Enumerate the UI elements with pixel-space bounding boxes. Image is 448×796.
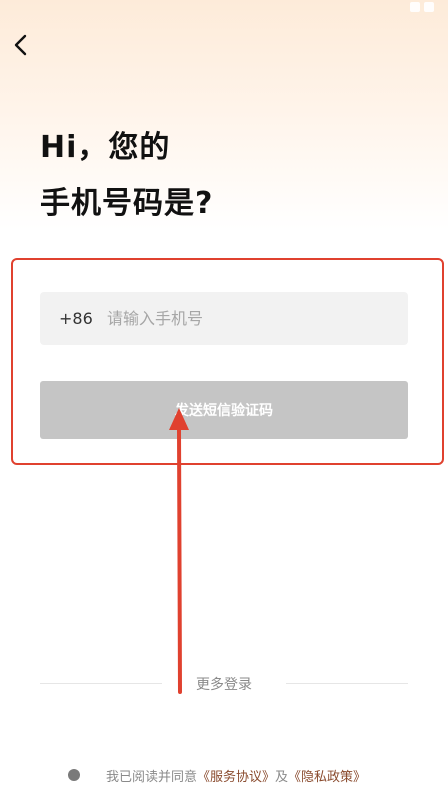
agreement-connector: 及 [275, 769, 289, 785]
agreement-prefix: 我已阅读并同意 [106, 769, 198, 785]
page-title-line1: Hi，您的 [40, 130, 171, 165]
back-button[interactable] [6, 30, 36, 60]
more-login-link[interactable]: 更多登录 [40, 674, 408, 694]
login-screen: Hi，您的 手机号码是? +86 发送短信验证码 更多登录 我已阅读并同意 《服… [0, 0, 448, 796]
status-icons [410, 2, 434, 12]
status-bar [0, 0, 448, 18]
divider-right [286, 683, 408, 684]
annotation-highlight-box [11, 258, 444, 465]
chevron-left-icon [14, 34, 27, 56]
privacy-policy-link[interactable]: 《隐私政策》 [288, 766, 366, 785]
service-agreement-link[interactable]: 《服务协议》 [197, 766, 275, 785]
signal-icon [410, 2, 420, 12]
page-title-line2: 手机号码是? [40, 186, 214, 221]
more-login-row: 更多登录 [40, 672, 408, 696]
battery-icon [424, 2, 434, 12]
agreement-row: 我已阅读并同意 《服务协议》 及 《隐私政策》 [68, 764, 366, 786]
agree-radio-button[interactable] [68, 769, 80, 781]
